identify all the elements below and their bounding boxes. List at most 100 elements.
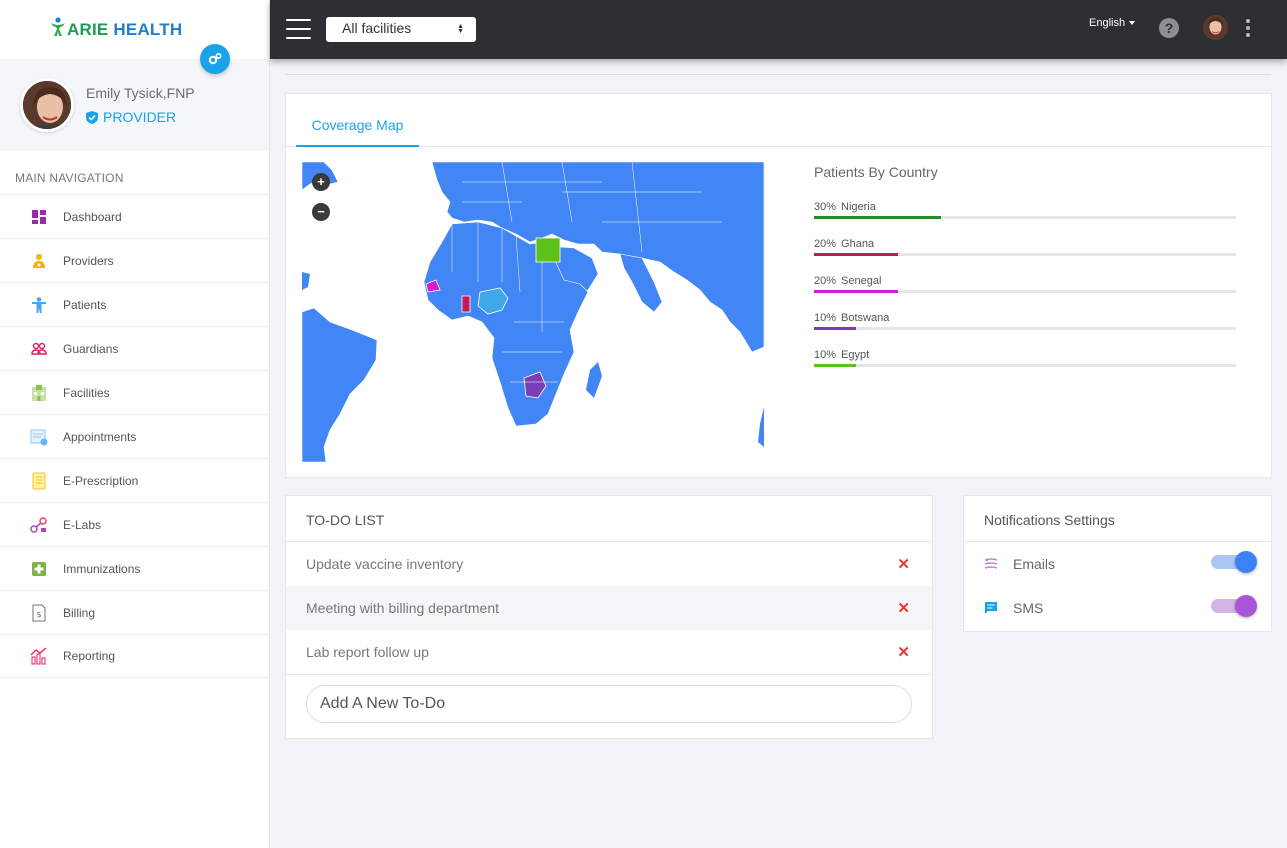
country-name: Egypt <box>841 349 870 361</box>
country-progress-fill <box>814 253 899 256</box>
billing-icon: $ <box>30 604 48 622</box>
gears-icon <box>208 52 222 65</box>
user-role-label: PROVIDER <box>103 109 177 125</box>
country-name: Senegal <box>841 275 882 287</box>
notifications-title: Notifications Settings <box>964 496 1271 542</box>
user-avatar[interactable] <box>20 78 74 132</box>
zoom-out-button[interactable]: − <box>312 203 330 221</box>
country-stat-label: 20% Ghana <box>814 238 1236 250</box>
sms-toggle[interactable] <box>1211 595 1257 617</box>
country-progress-track <box>814 290 1236 293</box>
language-dropdown[interactable]: English <box>1089 17 1136 29</box>
sidebar-item-label: Facilities <box>63 385 110 400</box>
country-stat: 10% Egypt <box>814 349 1236 367</box>
toggle-knob <box>1235 551 1257 573</box>
country-progress-track <box>814 253 1236 256</box>
country-progress-fill <box>814 290 899 293</box>
country-name: Botswana <box>841 312 890 324</box>
facility-icon <box>30 384 48 402</box>
reporting-icon <box>30 647 48 665</box>
sidebar-item-label: Immunizations <box>63 561 141 576</box>
zoom-in-button[interactable]: + <box>312 173 330 191</box>
coverage-tabs: Coverage Map <box>286 94 1271 147</box>
brand-logo[interactable]: ARIE HEALTH <box>50 16 182 43</box>
patient-icon <box>30 296 48 314</box>
sidebar-item-guardians[interactable]: Guardians <box>0 326 269 370</box>
sidebar-item-label: E-Prescription <box>63 473 139 488</box>
labs-icon <box>30 516 48 534</box>
country-pct: 20% <box>814 238 837 250</box>
sidebar-item-label: Reporting <box>63 649 116 663</box>
facility-select[interactable]: All facilities ▲ ▼ <box>326 17 476 42</box>
todo-item: Meeting with billing department ✕ <box>286 586 932 630</box>
coverage-card: Coverage Map + − Patients By Country 30%… <box>285 93 1272 478</box>
remove-todo-icon[interactable]: ✕ <box>897 643 910 661</box>
more-options-icon[interactable] <box>1246 19 1250 37</box>
sidebar-item-appointments[interactable]: Appointments <box>0 414 269 458</box>
sidebar-item-label: Appointments <box>63 429 137 444</box>
patients-by-country: Patients By Country 30% Nigeria 20% Ghana 20… <box>814 164 1236 386</box>
sidebar-item-providers[interactable]: Providers <box>0 238 269 282</box>
sidebar-item-label: Dashboard <box>63 209 122 224</box>
country-pct: 30% <box>814 201 837 213</box>
todo-card: TO-DO LIST Update vaccine inventory ✕ Me… <box>285 495 933 739</box>
coverage-map[interactable]: + − <box>302 162 764 462</box>
email-icon <box>984 558 998 569</box>
help-icon[interactable]: ? <box>1159 18 1179 38</box>
menu-toggle-icon[interactable] <box>286 19 311 39</box>
country-pct: 20% <box>814 275 837 287</box>
toggle-knob <box>1235 595 1257 617</box>
sidebar-item-label: Guardians <box>63 341 119 356</box>
todo-item-text: Update vaccine inventory <box>306 556 464 572</box>
caret-down-icon <box>1129 21 1136 26</box>
dashboard-icon <box>30 208 48 226</box>
country-stat: 30% Nigeria <box>814 201 1236 219</box>
country-name: Ghana <box>841 238 875 250</box>
country-progress-track <box>814 364 1236 367</box>
remove-todo-icon[interactable]: ✕ <box>897 555 910 573</box>
notification-email-row: Emails <box>964 542 1271 586</box>
email-toggle[interactable] <box>1211 551 1257 573</box>
sidebar-item-dashboard[interactable]: Dashboard <box>0 194 269 238</box>
country-stat-label: 30% Nigeria <box>814 201 1236 213</box>
sidebar-item-label: Providers <box>63 253 114 268</box>
country-progress-track <box>814 327 1236 330</box>
sidebar-item-patients[interactable]: Patients <box>0 282 269 326</box>
sidebar-item-immunizations[interactable]: Immunizations <box>0 546 269 590</box>
notifications-card: Notifications Settings Emails SMS <box>963 495 1272 632</box>
sms-label: SMS <box>1013 600 1044 616</box>
settings-gear-button[interactable] <box>200 44 230 74</box>
sidebar-item-facilities[interactable]: Facilities <box>0 370 269 414</box>
country-stat: 20% Senegal <box>814 275 1236 293</box>
sidebar-item-billing[interactable]: $ Billing <box>0 590 269 634</box>
logo-figure-icon <box>50 16 66 43</box>
todo-title: TO-DO LIST <box>286 496 932 542</box>
user-name: Emily Tysick,FNP <box>86 85 195 101</box>
brand-name-1: ARIE <box>67 19 109 39</box>
top-user-avatar[interactable] <box>1203 15 1228 40</box>
top-bar: All facilities ▲ ▼ English ? <box>270 0 1287 59</box>
todo-item: Lab report follow up ✕ <box>286 630 932 674</box>
provider-icon <box>30 252 48 270</box>
new-todo-input[interactable] <box>306 685 912 723</box>
email-label: Emails <box>1013 556 1056 572</box>
logo-bar: ARIE HEALTH <box>0 0 269 74</box>
select-arrows-icon: ▲ ▼ <box>457 23 464 35</box>
sidebar-item-e-prescription[interactable]: E-Prescription <box>0 458 269 502</box>
country-stat-label: 20% Senegal <box>814 275 1236 287</box>
guardians-icon <box>30 340 48 358</box>
appointments-icon <box>30 428 48 446</box>
svg-text:$: $ <box>36 610 41 619</box>
user-profile: Emily Tysick,FNP PROVIDER <box>0 59 269 151</box>
sidebar-item-reporting[interactable]: Reporting <box>0 634 269 678</box>
sidebar-item-e-labs[interactable]: E-Labs <box>0 502 269 546</box>
country-pct: 10% <box>814 312 837 324</box>
tab-coverage-map[interactable]: Coverage Map <box>296 94 419 147</box>
country-stat-label: 10% Botswana <box>814 312 1236 324</box>
country-pct: 10% <box>814 349 837 361</box>
user-role: PROVIDER <box>86 109 195 125</box>
todo-item-text: Lab report follow up <box>306 644 429 660</box>
main-navigation: Dashboard Providers Patients Guardians F… <box>0 194 269 678</box>
remove-todo-icon[interactable]: ✕ <box>897 599 910 617</box>
country-progress-fill <box>814 216 941 219</box>
